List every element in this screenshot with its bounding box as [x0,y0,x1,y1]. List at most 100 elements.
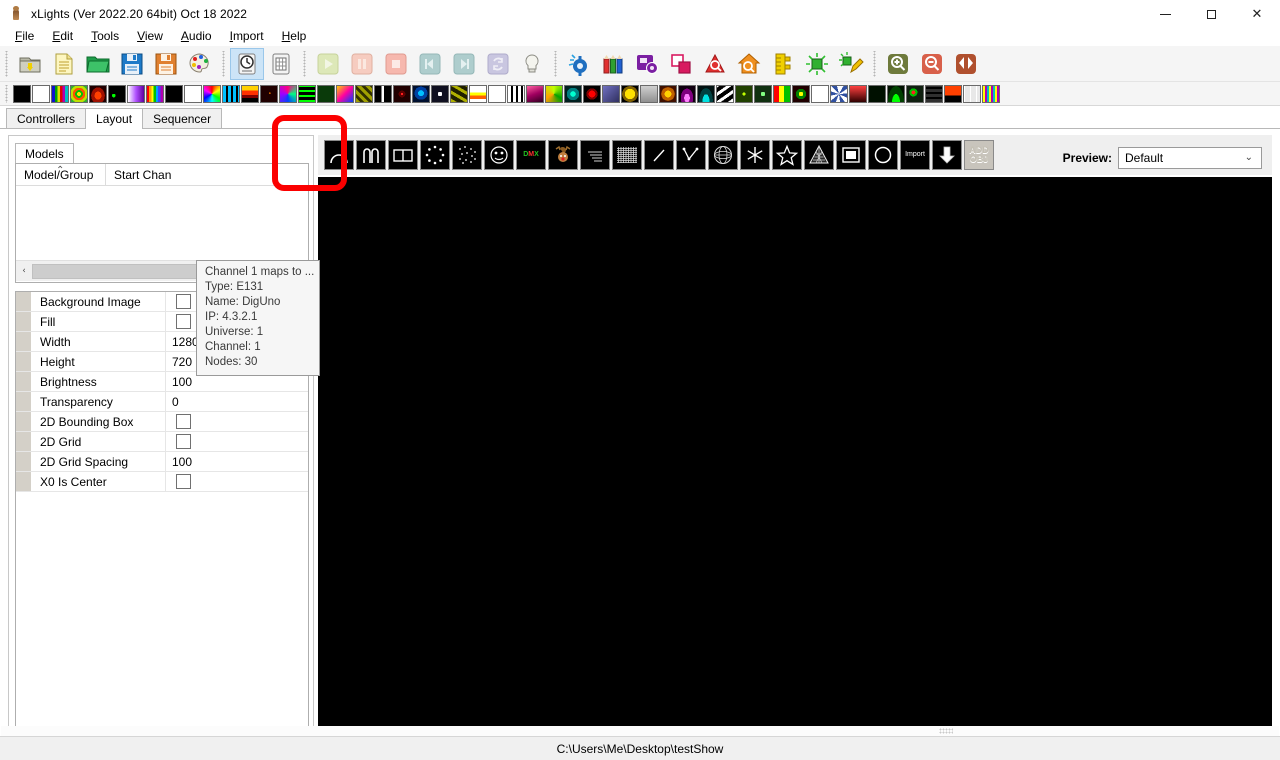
arch-model-button[interactable] [324,140,354,170]
layout-preview-canvas[interactable] [318,177,1272,729]
ripple-effect[interactable] [583,84,601,103]
garlands-effect[interactable] [298,84,316,103]
channel-block-model-button[interactable] [452,140,482,170]
tendril-effect[interactable] [830,84,848,103]
menu-import[interactable]: Import [221,28,273,44]
save-as-sequence-button[interactable] [149,48,183,80]
save-sequence-button[interactable] [115,48,149,80]
shockwave-effect[interactable] [640,84,658,103]
image-model-button[interactable] [548,140,578,170]
galaxy-effect[interactable] [279,84,297,103]
twinkle-effect[interactable] [849,84,867,103]
close-button[interactable]: ✕ [1234,0,1280,28]
snowflakes-effect[interactable] [697,84,715,103]
first-frame-button[interactable] [413,48,447,80]
color-palette-button[interactable] [183,48,217,80]
vu-bars-effect[interactable] [944,84,962,103]
models-list-body[interactable] [16,186,308,260]
tab-layout[interactable]: Layout [85,108,144,129]
menu-audio[interactable]: Audio [172,28,221,44]
play-button[interactable] [311,48,345,80]
liquid-effect[interactable] [393,84,411,103]
shader-effect[interactable] [602,84,620,103]
music-effect[interactable] [469,84,487,103]
menu-file[interactable]: File [6,28,43,44]
state-effect[interactable] [773,84,791,103]
tab-models[interactable]: Models [15,143,74,164]
strobe-effect[interactable] [792,84,810,103]
spinner-model-button[interactable] [740,140,770,170]
ripple2-effect[interactable] [982,84,1000,103]
measure-button[interactable] [766,48,800,80]
lightning-effect[interactable] [374,84,392,103]
zoom-in-button[interactable] [881,48,915,80]
fireworks-effect[interactable] [260,84,278,103]
snowstorm-effect[interactable] [716,84,734,103]
property-checkbox[interactable] [176,414,191,429]
on-effect[interactable] [32,84,50,103]
shape-effect[interactable] [621,84,639,103]
notes-effect[interactable] [488,84,506,103]
glediator-effect[interactable] [317,84,335,103]
wave-effect[interactable] [906,84,924,103]
maximize-button[interactable] [1188,0,1234,28]
vumeter-effect[interactable] [868,84,886,103]
pictures-effect[interactable] [526,84,544,103]
candy-canes-model-button[interactable] [356,140,386,170]
property-checkbox[interactable] [176,314,191,329]
sphere-model-button[interactable] [708,140,738,170]
cube-model-button[interactable] [388,140,418,170]
zoom-out-button[interactable] [915,48,949,80]
pause-button[interactable] [345,48,379,80]
menu-tools[interactable]: Tools [82,28,128,44]
duplicate-model-button[interactable] [664,48,698,80]
property-row[interactable]: 2D Grid [16,432,308,452]
singing-faces-effect[interactable] [659,84,677,103]
search-effects-button[interactable] [698,48,732,80]
matrix-model-button[interactable] [612,140,642,170]
minimize-button[interactable] [1142,0,1188,28]
tab-controllers[interactable]: Controllers [6,108,87,129]
effect-assist-button[interactable] [800,48,834,80]
toolbar-grip-3[interactable] [301,50,309,77]
faces-effect[interactable] [184,84,202,103]
video-effect[interactable] [925,84,943,103]
meteors-effect[interactable] [431,84,449,103]
property-row[interactable]: X0 Is Center [16,472,308,492]
bars-effect[interactable] [51,84,69,103]
plasma-effect[interactable] [564,84,582,103]
text-effect[interactable] [811,84,829,103]
custom-model-button[interactable] [484,140,514,170]
property-checkbox[interactable] [176,294,191,309]
open-sequence-button[interactable] [81,48,115,80]
property-row[interactable]: Transparency 0 [16,392,308,412]
circles-effect[interactable] [108,84,126,103]
butterfly-effect[interactable] [70,84,88,103]
candle-effect[interactable] [89,84,107,103]
download-model-button[interactable] [932,140,962,170]
poly-line-model-button[interactable] [676,140,706,170]
toolbar-grip-4[interactable] [552,50,560,77]
toolbar-grip-5[interactable] [871,50,879,77]
find-show-folder-button[interactable] [732,48,766,80]
color-wash-effect[interactable] [127,84,145,103]
fill-effect[interactable] [222,84,240,103]
off-effect[interactable] [13,84,31,103]
sketch-effect[interactable] [678,84,696,103]
guitar-effect[interactable] [336,84,354,103]
star-model-button[interactable] [772,140,802,170]
spirals-effect[interactable] [735,84,753,103]
new-show-folder-button[interactable] [13,48,47,80]
tab-sequencer[interactable]: Sequencer [142,108,223,129]
property-value[interactable] [166,412,308,431]
property-value[interactable] [166,432,308,451]
property-value[interactable] [166,472,308,491]
piano-effect[interactable] [507,84,525,103]
tree-model-button[interactable] [804,140,834,170]
fan-effect[interactable] [203,84,221,103]
sequence-elements-button[interactable] [230,47,264,80]
circle-model-button[interactable] [420,140,450,170]
property-value[interactable]: 100 [166,452,308,471]
output-to-lights-button[interactable] [515,48,549,80]
pinwheel-effect[interactable] [545,84,563,103]
